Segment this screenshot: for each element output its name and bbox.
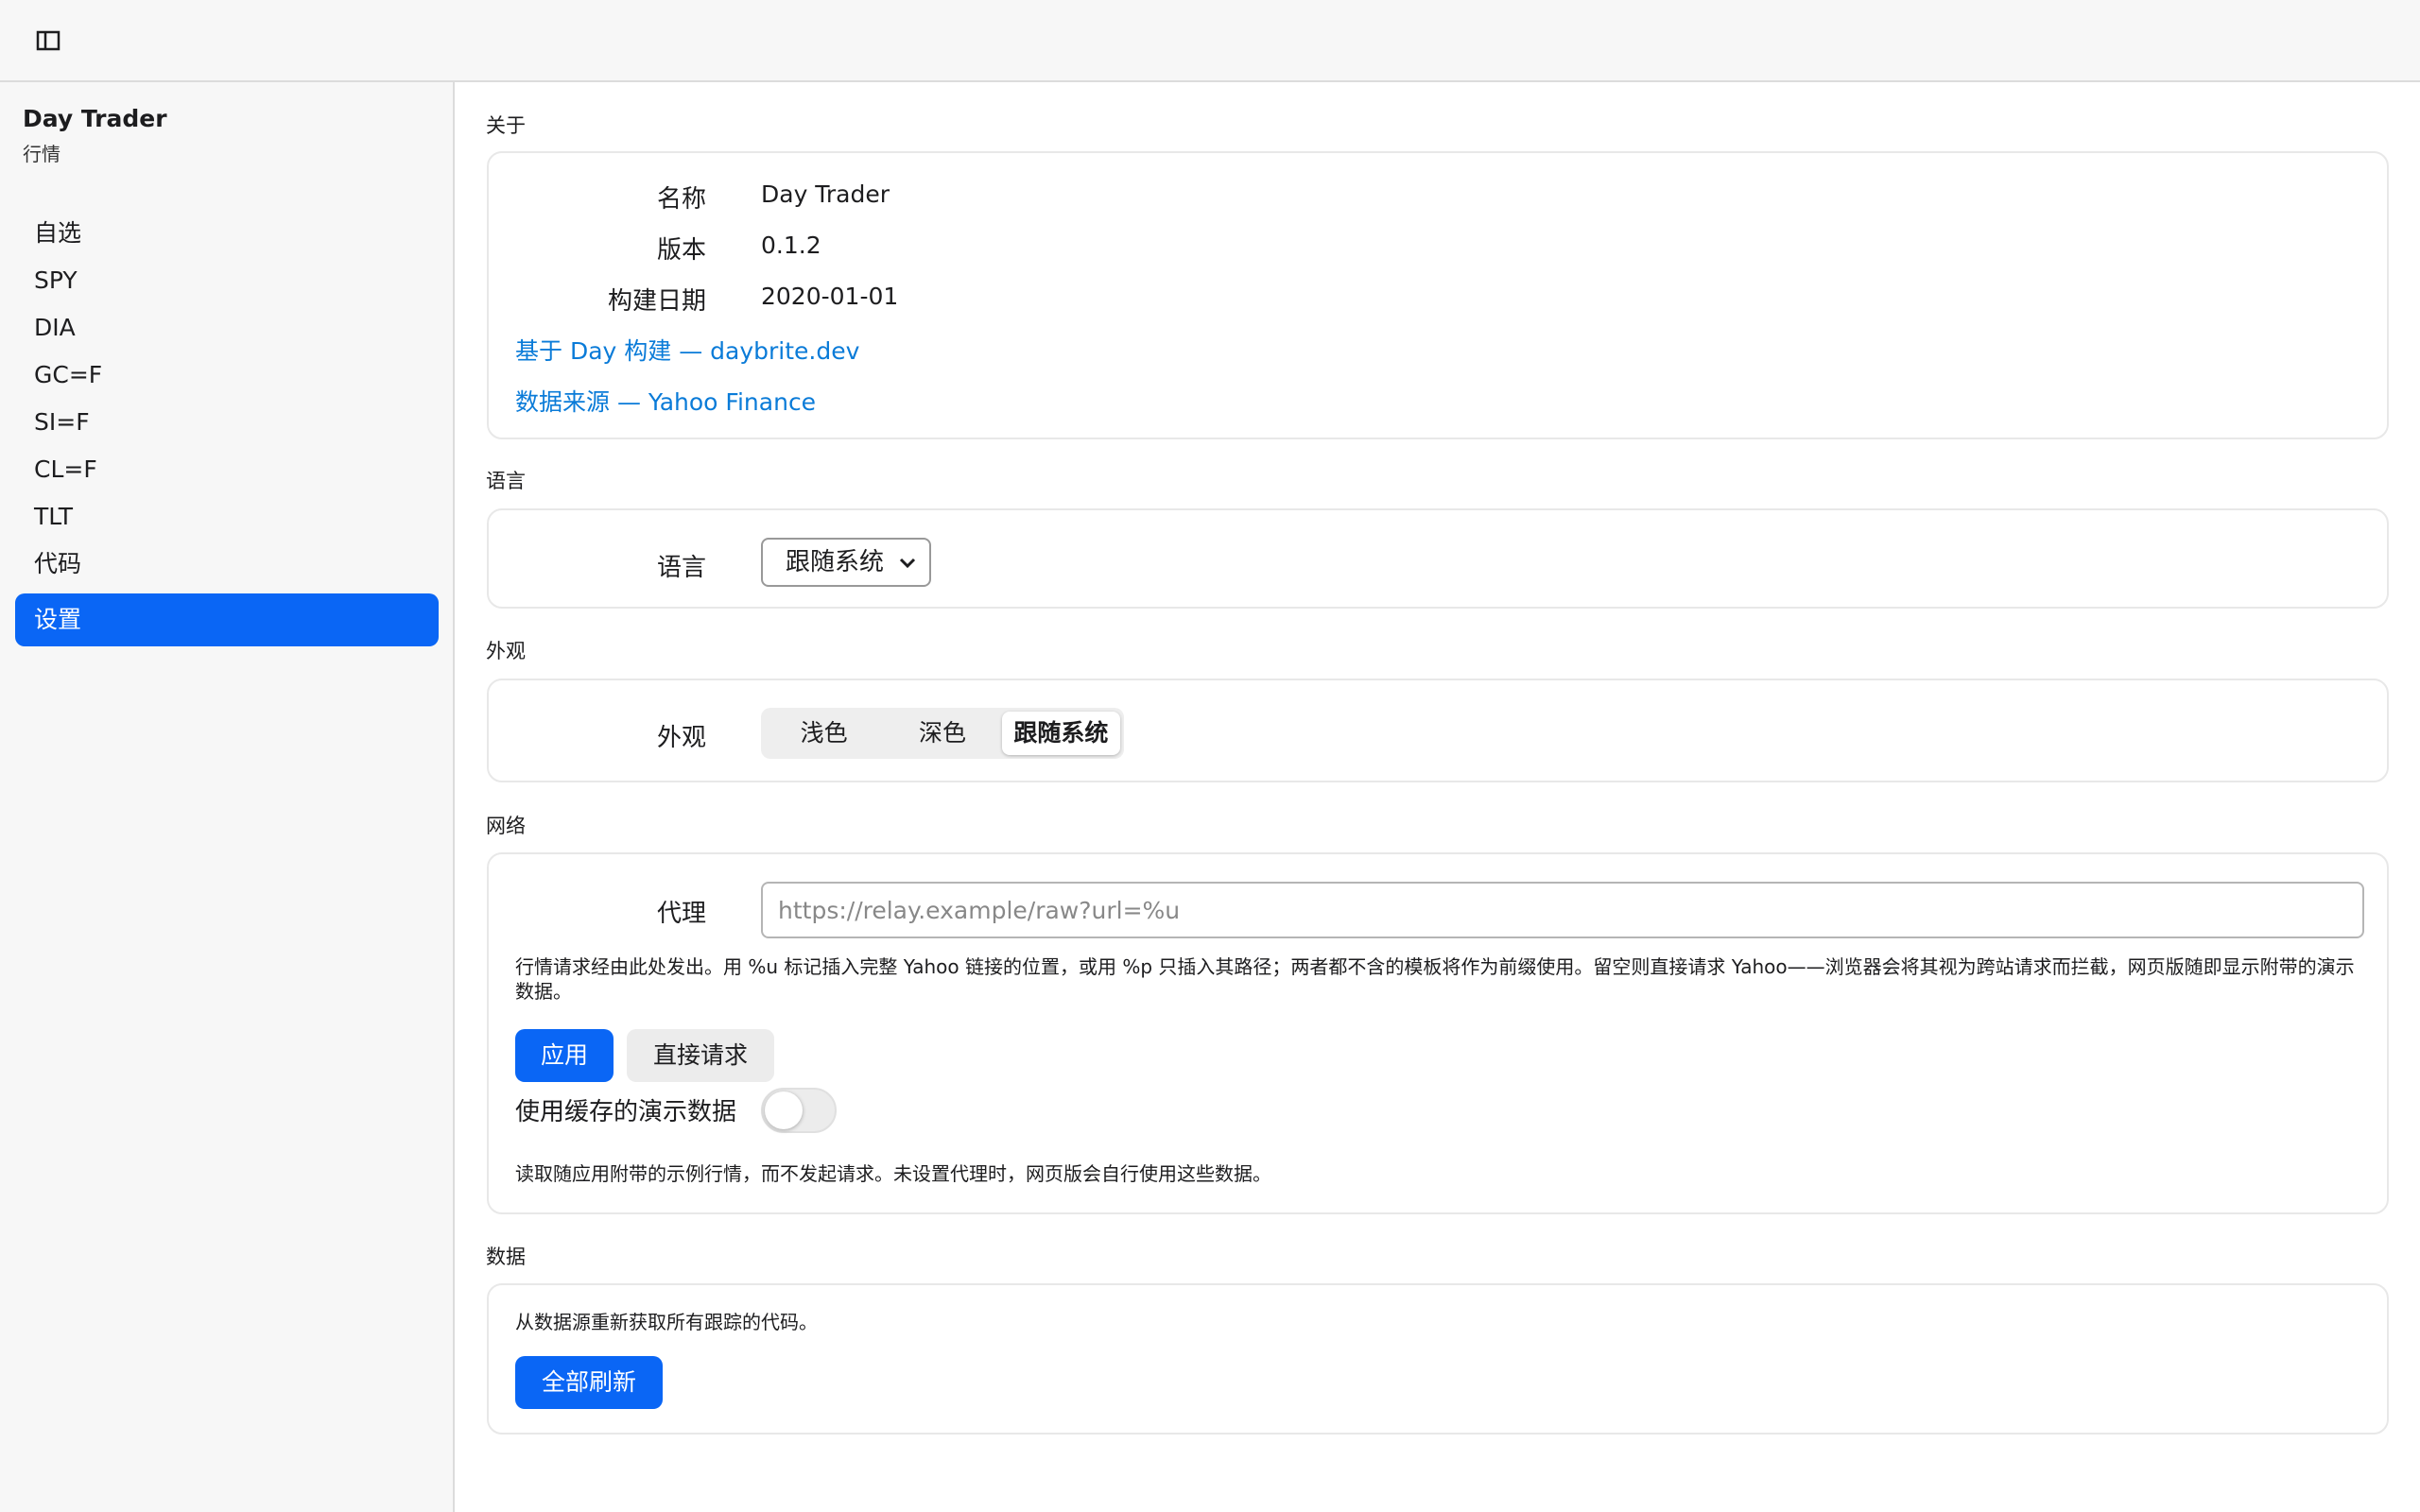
- appearance-option-light[interactable]: 浅色: [765, 712, 883, 755]
- language-label: 语言: [656, 554, 706, 582]
- data-source-link[interactable]: 数据来源 — Yahoo Finance: [515, 384, 816, 418]
- chevron-down-icon: [899, 558, 916, 569]
- demo-data-toggle[interactable]: [761, 1088, 837, 1133]
- appearance-option-system[interactable]: 跟随系统: [1001, 712, 1120, 755]
- sidebar-item-dia[interactable]: DIA: [15, 304, 439, 352]
- appearance-option-dark[interactable]: 深色: [883, 712, 1001, 755]
- app-subtitle: 行情: [23, 143, 60, 165]
- sidebar-item-symbols[interactable]: 代码: [15, 541, 439, 588]
- top-bar: [0, 0, 2420, 82]
- sidebar-item-spy[interactable]: SPY: [15, 257, 439, 304]
- sidebar-item-clf[interactable]: CL=F: [15, 446, 439, 493]
- demo-data-help-text: 读取随应用附带的示例行情，而不发起请求。未设置代理时，网页版会自行使用这些数据。: [515, 1162, 1271, 1185]
- apply-button[interactable]: 应用: [515, 1029, 614, 1082]
- app-title: Day Trader: [23, 105, 167, 132]
- section-label-about: 关于: [486, 114, 526, 137]
- sidebar-nav: 自选 SPY DIA GC=F SI=F CL=F TLT 代码 设置: [15, 210, 439, 646]
- name-label: 名称: [656, 185, 706, 214]
- sidebar-item-gcf[interactable]: GC=F: [15, 352, 439, 399]
- section-label-language: 语言: [486, 470, 526, 492]
- language-card: 语言 跟随系统: [487, 508, 2389, 609]
- appearance-label: 外观: [656, 724, 706, 752]
- appearance-card: 外观 浅色 深色 跟随系统: [487, 679, 2389, 782]
- refresh-help-text: 从数据源重新获取所有跟踪的代码。: [515, 1311, 818, 1333]
- language-select-value: 跟随系统: [786, 548, 885, 576]
- proxy-label: 代理: [656, 900, 706, 928]
- data-card: 从数据源重新获取所有跟踪的代码。 全部刷新: [487, 1283, 2389, 1435]
- settings-panel: 关于 名称 Day Trader 版本 0.1.2 构建日期 2020-01-0…: [457, 82, 2420, 1512]
- sidebar-item-settings[interactable]: 设置: [15, 593, 439, 646]
- built-with-link[interactable]: 基于 Day 构建 — daybrite.dev: [515, 333, 859, 367]
- refresh-all-button[interactable]: 全部刷新: [515, 1356, 663, 1409]
- direct-request-button[interactable]: 直接请求: [627, 1029, 774, 1082]
- section-label-network: 网络: [486, 815, 526, 837]
- build-date-label: 构建日期: [607, 287, 706, 316]
- section-label-data: 数据: [486, 1246, 526, 1268]
- version-value: 0.1.2: [761, 232, 821, 259]
- name-value: Day Trader: [761, 180, 890, 208]
- appearance-segmented-control: 浅色 深色 跟随系统: [761, 708, 1124, 759]
- network-card: 代理 行情请求经由此处发出。用 %u 标记插入完整 Yahoo 链接的位置，或用…: [487, 852, 2389, 1214]
- demo-data-label: 使用缓存的演示数据: [515, 1098, 737, 1126]
- sidebar-item-watchlist[interactable]: 自选: [15, 210, 439, 257]
- proxy-help-text: 行情请求经由此处发出。用 %u 标记插入完整 Yahoo 链接的位置，或用 %p…: [515, 955, 2355, 1003]
- sidebar-item-tlt[interactable]: TLT: [15, 493, 439, 541]
- toggle-knob: [765, 1091, 803, 1129]
- sidebar-item-sif[interactable]: SI=F: [15, 399, 439, 446]
- section-label-appearance: 外观: [486, 640, 526, 662]
- about-card: 名称 Day Trader 版本 0.1.2 构建日期 2020-01-01 基…: [487, 151, 2389, 439]
- sidebar-toggle-icon[interactable]: [32, 26, 64, 55]
- proxy-input[interactable]: [761, 882, 2364, 938]
- sidebar: Day Trader 行情 自选 SPY DIA GC=F SI=F CL=F …: [0, 82, 455, 1512]
- version-label: 版本: [656, 236, 706, 265]
- build-date-value: 2020-01-01: [761, 283, 899, 310]
- language-select[interactable]: 跟随系统: [761, 538, 931, 587]
